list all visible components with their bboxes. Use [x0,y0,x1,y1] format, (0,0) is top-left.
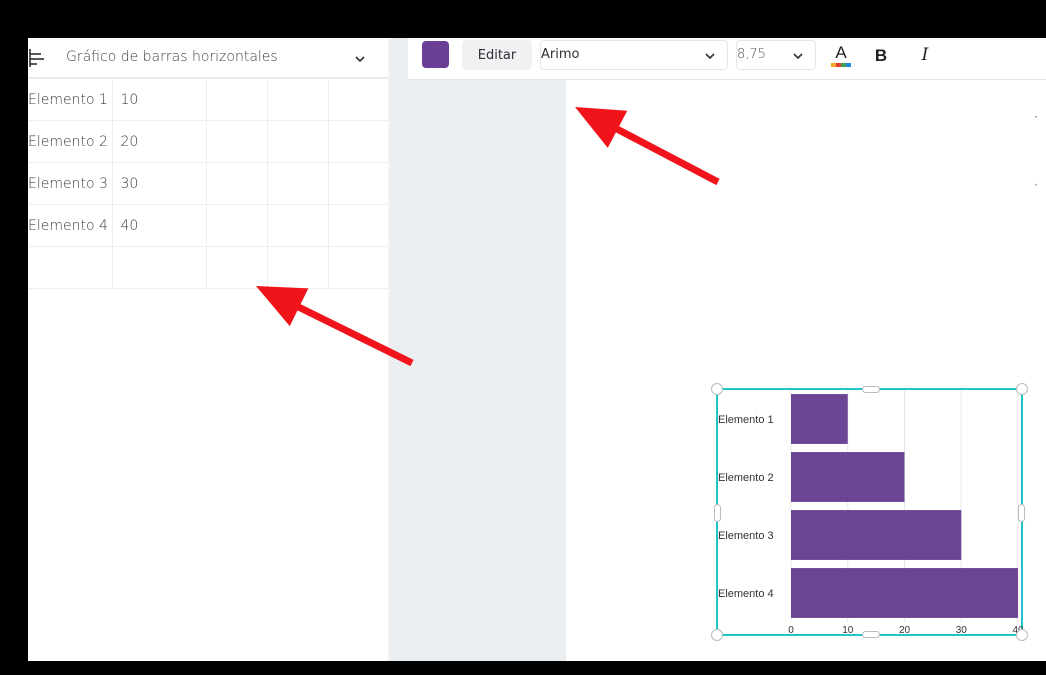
grid-cell-label[interactable]: Elemento 3 [28,162,113,205]
resize-handle-bottom-right[interactable] [1016,629,1028,641]
bar-chart: 010203040Elemento 1Elemento 2Elemento 3E… [718,390,1024,636]
resize-handle-top-left[interactable] [711,383,723,395]
x-tick-label: 20 [899,625,911,636]
grid-cell-value[interactable]: 40 [111,204,207,247]
grid-row: Elemento 3 30 [28,162,389,205]
category-label: Elemento 2 [718,472,774,484]
italic-icon: I [921,44,929,65]
grid-row [28,246,389,289]
grid-row: Elemento 1 10 [28,78,389,121]
grid-cell-label[interactable] [28,246,113,289]
chart-type-dropdown[interactable]: Gráfico de barras horizontales [28,38,390,78]
chart-data-panel: Gráfico de barras horizontales Elemento … [28,38,390,661]
grid-cell-empty[interactable] [266,246,329,289]
bar [791,452,905,502]
grid-cell-empty[interactable] [327,78,389,121]
category-label: Elemento 3 [718,530,774,542]
bar [791,568,1018,618]
grid-cell-empty[interactable] [205,162,268,205]
grid-cell-empty[interactable] [327,162,389,205]
grid-cell-empty[interactable] [266,120,329,163]
grid-cell-empty[interactable] [205,204,268,247]
data-grid: Elemento 1 10 Elemento 2 20 Elemento 3 30 Elem… [28,78,389,289]
grid-cell-empty[interactable] [266,204,329,247]
text-color-icon: A [831,43,851,67]
grid-row: Elemento 4 40 [28,204,389,247]
resize-handle-left[interactable] [714,504,721,522]
grid-cell-empty[interactable] [327,204,389,247]
resize-handle-right[interactable] [1018,504,1025,522]
horizontal-bar-chart-icon [29,49,44,67]
grid-cell-value[interactable]: 30 [111,162,207,205]
grid-cell-label[interactable]: Elemento 4 [28,204,113,247]
clipped-edge-mark: · [1034,110,1038,124]
bar [791,394,848,444]
category-label: Elemento 1 [718,414,774,426]
chevron-down-icon [705,53,715,60]
x-tick-label: 30 [956,625,968,636]
app-screen: Gráfico de barras horizontales Elemento … [28,38,1046,661]
resize-handle-top[interactable] [862,386,880,393]
text-color-glyph: A [835,43,847,62]
font-family-dropdown[interactable]: Arimo [540,40,728,70]
chart-element[interactable]: 010203040Elemento 1Elemento 2Elemento 3E… [711,383,1028,641]
font-size-dropdown[interactable]: 8,75 [736,40,816,70]
clipped-edge-mark: · [1034,178,1038,192]
grid-cell-empty[interactable] [327,120,389,163]
canvas-gutter [391,38,566,661]
grid-cell-label[interactable]: Elemento 2 [28,120,113,163]
grid-cell-label[interactable]: Elemento 1 [28,78,113,121]
resize-handle-top-right[interactable] [1016,383,1028,395]
grid-cell-empty[interactable] [327,246,389,289]
chevron-down-icon [793,53,803,60]
x-tick-label: 10 [842,625,854,636]
grid-cell-empty[interactable] [205,120,268,163]
category-label: Elemento 4 [718,588,774,600]
chevron-down-icon [355,56,365,63]
grid-cell-empty[interactable] [205,78,268,121]
chart-color-swatch[interactable] [422,41,449,68]
grid-cell-empty[interactable] [266,78,329,121]
italic-button[interactable]: I [912,41,938,69]
grid-cell-value[interactable]: 20 [111,120,207,163]
font-size-value: 8,75 [737,47,766,62]
resize-handle-bottom-left[interactable] [711,629,723,641]
font-family-value: Arimo [541,47,580,62]
grid-cell-value[interactable]: 10 [111,78,207,121]
resize-handle-bottom[interactable] [862,631,880,638]
x-tick-label: 0 [788,625,794,636]
text-color-button[interactable]: A [828,41,854,69]
edit-button[interactable]: Editar [462,40,532,70]
grid-row: Elemento 2 20 [28,120,389,163]
chart-type-label: Gráfico de barras horizontales [66,49,278,65]
bar [791,510,962,560]
bold-button[interactable]: B [868,41,894,69]
editor-toolbar: Editar Arimo 8,75 A B I [408,38,1046,80]
bold-icon: B [874,45,888,65]
grid-cell-empty[interactable] [205,246,268,289]
grid-cell-empty[interactable] [266,162,329,205]
grid-cell-value[interactable] [111,246,207,289]
